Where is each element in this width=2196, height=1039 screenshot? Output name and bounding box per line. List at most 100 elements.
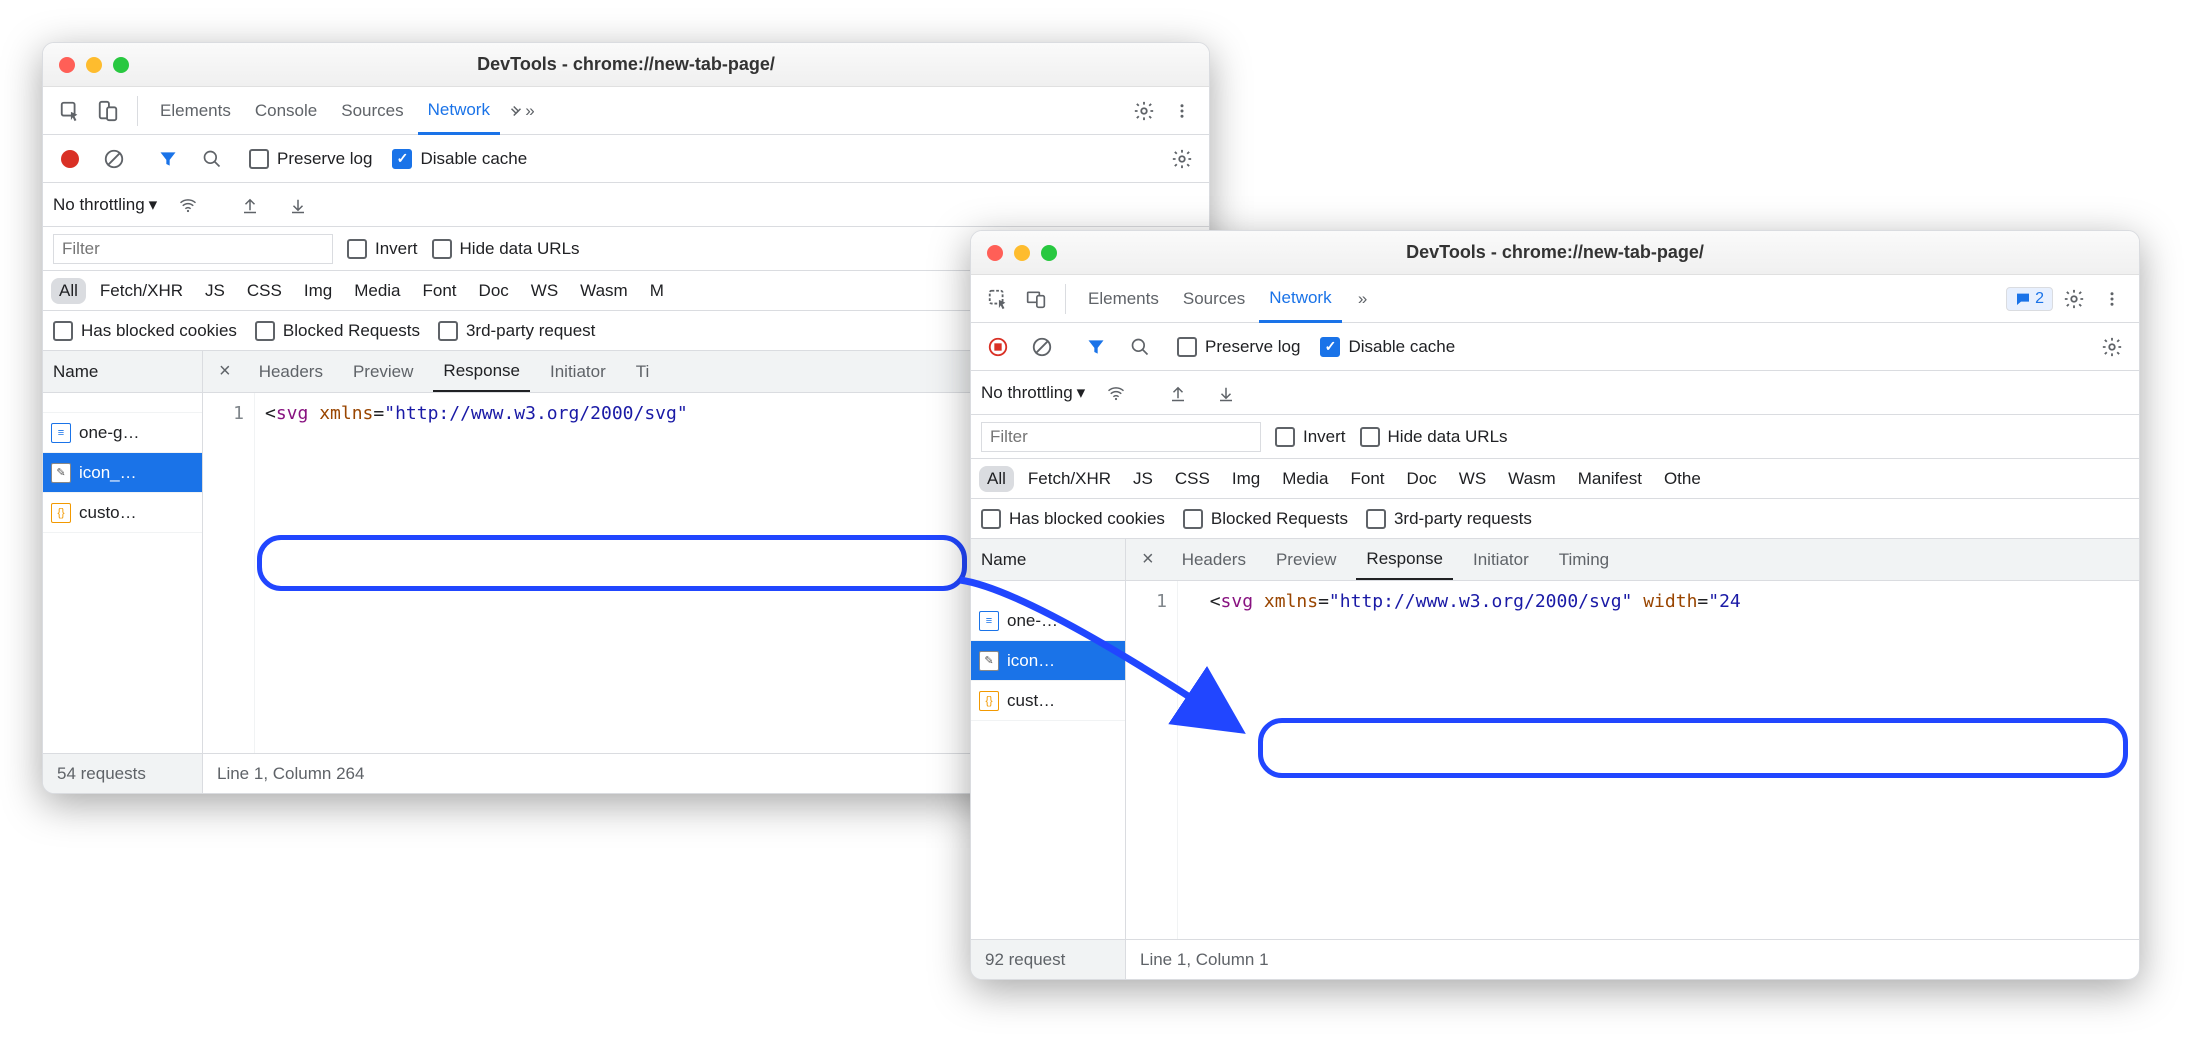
upload-har-icon[interactable] xyxy=(1161,376,1195,410)
pill-manifest[interactable]: Manifest xyxy=(1570,466,1650,492)
pill-font[interactable]: Font xyxy=(1343,466,1393,492)
network-settings-icon[interactable] xyxy=(2095,330,2129,364)
tab-network[interactable]: Network xyxy=(418,87,500,135)
tab-response[interactable]: Response xyxy=(1356,539,1453,581)
filter-input[interactable] xyxy=(981,422,1261,452)
throttling-dropdown[interactable]: No throttling ▾ xyxy=(53,195,157,215)
pill-other[interactable]: Othe xyxy=(1656,466,1709,492)
tab-initiator[interactable]: Initiator xyxy=(540,351,616,392)
pill-m[interactable]: M xyxy=(642,278,672,304)
search-icon[interactable] xyxy=(195,142,229,176)
disable-cache-checkbox[interactable]: Disable cache xyxy=(1320,337,1455,357)
minimize-dot[interactable] xyxy=(86,57,102,73)
kebab-icon[interactable] xyxy=(2095,282,2129,316)
third-party-checkbox[interactable]: 3rd-party requests xyxy=(1366,509,1532,529)
hide-data-urls-checkbox[interactable]: Hide data URLs xyxy=(432,239,580,259)
blocked-requests-checkbox[interactable]: Blocked Requests xyxy=(255,321,420,341)
hide-data-urls-checkbox[interactable]: Hide data URLs xyxy=(1360,427,1508,447)
device-icon[interactable] xyxy=(91,94,125,128)
pill-all[interactable]: All xyxy=(979,466,1014,492)
minimize-dot[interactable] xyxy=(1014,245,1030,261)
tab-response[interactable]: Response xyxy=(433,351,530,393)
tab-headers[interactable]: Headers xyxy=(1172,539,1256,580)
pill-font[interactable]: Font xyxy=(415,278,465,304)
filter-input[interactable] xyxy=(53,234,333,264)
tab-timing[interactable]: Ti xyxy=(626,351,660,392)
pill-ws[interactable]: WS xyxy=(523,278,566,304)
pill-ws[interactable]: WS xyxy=(1451,466,1494,492)
pill-css[interactable]: CSS xyxy=(1167,466,1218,492)
pill-media[interactable]: Media xyxy=(346,278,408,304)
inspect-icon[interactable] xyxy=(53,94,87,128)
invert-checkbox[interactable]: Invert xyxy=(1275,427,1346,447)
table-row[interactable] xyxy=(43,393,202,413)
settings-icon[interactable] xyxy=(2057,282,2091,316)
download-har-icon[interactable] xyxy=(281,188,315,222)
pill-doc[interactable]: Doc xyxy=(1399,466,1445,492)
tab-headers[interactable]: Headers xyxy=(249,351,333,392)
clear-icon[interactable] xyxy=(1025,330,1059,364)
record-button[interactable] xyxy=(53,142,87,176)
invert-checkbox[interactable]: Invert xyxy=(347,239,418,259)
settings-icon[interactable] xyxy=(1127,94,1161,128)
close-dot[interactable] xyxy=(987,245,1003,261)
table-row[interactable]: {}cust… xyxy=(971,681,1125,721)
tab-sources[interactable]: Sources xyxy=(331,87,413,134)
tab-initiator[interactable]: Initiator xyxy=(1463,539,1539,580)
filter-icon[interactable] xyxy=(1079,330,1113,364)
pill-js[interactable]: JS xyxy=(1125,466,1161,492)
pill-img[interactable]: Img xyxy=(1224,466,1268,492)
search-icon[interactable] xyxy=(1123,330,1157,364)
tab-network[interactable]: Network xyxy=(1259,275,1341,323)
device-icon[interactable] xyxy=(1019,282,1053,316)
table-row[interactable]: {}custo… xyxy=(43,493,202,533)
close-icon[interactable]: × xyxy=(211,360,239,383)
pill-all[interactable]: All xyxy=(51,278,86,304)
wifi-icon[interactable] xyxy=(171,188,205,222)
tab-elements[interactable]: Elements xyxy=(1078,275,1169,322)
tab-console[interactable]: Console xyxy=(245,87,327,134)
inspect-icon[interactable] xyxy=(981,282,1015,316)
kebab-icon[interactable] xyxy=(1165,94,1199,128)
zoom-dot[interactable] xyxy=(1041,245,1057,261)
table-row[interactable]: ✎icon_… xyxy=(43,453,202,493)
close-icon[interactable]: × xyxy=(1134,548,1162,571)
pill-wasm[interactable]: Wasm xyxy=(1500,466,1564,492)
wifi-icon[interactable] xyxy=(1099,376,1133,410)
preserve-log-checkbox[interactable]: Preserve log xyxy=(1177,337,1300,357)
tab-preview[interactable]: Preview xyxy=(1266,539,1346,580)
third-party-checkbox[interactable]: 3rd-party request xyxy=(438,321,595,341)
pill-css[interactable]: CSS xyxy=(239,278,290,304)
name-column-header[interactable]: Name xyxy=(43,351,202,393)
pill-wasm[interactable]: Wasm xyxy=(572,278,636,304)
tab-sources[interactable]: Sources xyxy=(1173,275,1255,322)
more-tabs-icon[interactable]: » xyxy=(1346,282,1380,316)
blocked-requests-checkbox[interactable]: Blocked Requests xyxy=(1183,509,1348,529)
record-button[interactable] xyxy=(981,330,1015,364)
blocked-cookies-checkbox[interactable]: Has blocked cookies xyxy=(53,321,237,341)
tab-elements[interactable]: Elements xyxy=(150,87,241,134)
close-dot[interactable] xyxy=(59,57,75,73)
issues-badge[interactable]: 2 xyxy=(2006,287,2053,311)
name-column-header[interactable]: Name xyxy=(971,539,1125,581)
tab-preview[interactable]: Preview xyxy=(343,351,423,392)
titlebar[interactable]: DevTools - chrome://new-tab-page/ xyxy=(43,43,1209,87)
clear-icon[interactable] xyxy=(97,142,131,176)
pill-doc[interactable]: Doc xyxy=(471,278,517,304)
filter-icon[interactable] xyxy=(151,142,185,176)
zoom-dot[interactable] xyxy=(113,57,129,73)
blocked-cookies-checkbox[interactable]: Has blocked cookies xyxy=(981,509,1165,529)
table-row[interactable]: ✎icon… xyxy=(971,641,1125,681)
disable-cache-checkbox[interactable]: Disable cache xyxy=(392,149,527,169)
table-row[interactable]: ≡one-g… xyxy=(43,413,202,453)
pill-img[interactable]: Img xyxy=(296,278,340,304)
table-row[interactable]: ≡one-… xyxy=(971,601,1125,641)
more-tabs-icon[interactable]: » xyxy=(504,94,538,128)
preserve-log-checkbox[interactable]: Preserve log xyxy=(249,149,372,169)
throttling-dropdown[interactable]: No throttling ▾ xyxy=(981,383,1085,403)
pill-media[interactable]: Media xyxy=(1274,466,1336,492)
tab-timing[interactable]: Timing xyxy=(1549,539,1619,580)
pill-js[interactable]: JS xyxy=(197,278,233,304)
titlebar[interactable]: DevTools - chrome://new-tab-page/ xyxy=(971,231,2139,275)
download-har-icon[interactable] xyxy=(1209,376,1243,410)
